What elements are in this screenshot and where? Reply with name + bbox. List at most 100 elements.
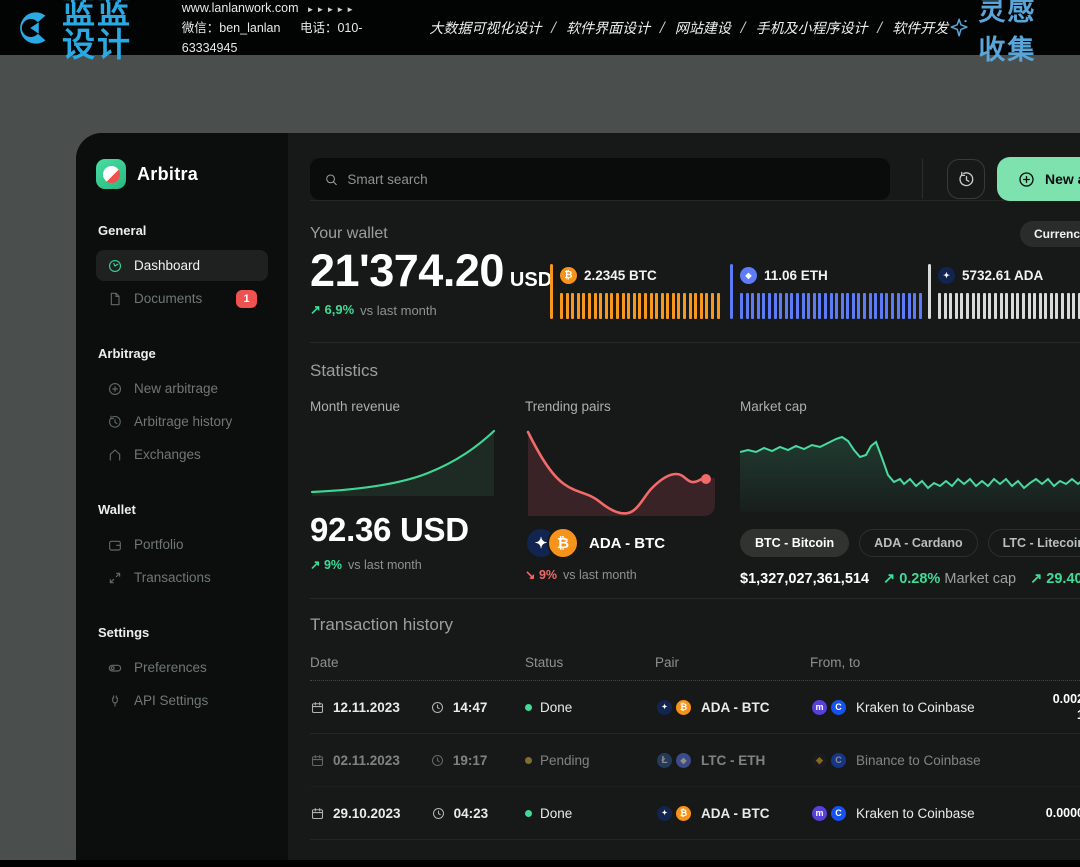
- status-badge: Done: [540, 806, 572, 821]
- kraken-icon: m: [810, 698, 829, 717]
- nav-item-dev[interactable]: 软件开发: [892, 18, 948, 38]
- status-dot-pending: [525, 757, 532, 764]
- plus-circle-icon: [107, 381, 123, 397]
- calendar-icon: [310, 700, 325, 715]
- ltc-icon: Ł: [655, 751, 674, 770]
- tx-time: 04:23: [454, 806, 489, 821]
- trending-change: 9%: [539, 568, 557, 582]
- btc-bars-sparkline: [560, 293, 730, 319]
- trending-pairs-chart: [525, 428, 715, 516]
- month-revenue-label: Month revenue: [310, 399, 500, 414]
- ada-amount: 5732.61 ADA: [962, 268, 1043, 283]
- table-row[interactable]: 02.11.2023 19:17 Pending Ł◆LTC - ETH ◆CB…: [310, 734, 1080, 787]
- new-arbitrage-button[interactable]: New arbitrage: [997, 157, 1080, 201]
- lanlan-logo-icon: [16, 9, 54, 47]
- search-box[interactable]: [310, 158, 890, 200]
- month-revenue-value: 92.36 USD: [310, 511, 500, 549]
- ada-bars-sparkline: [938, 293, 1080, 319]
- collect-label: 灵感收集: [978, 0, 1064, 67]
- banner-website[interactable]: www.lanlanwork.com: [182, 1, 299, 15]
- app-title: Arbitra: [137, 164, 198, 185]
- sidebar-item-label: Exchanges: [134, 447, 201, 462]
- section-title-arbitrage: Arbitrage: [98, 346, 266, 361]
- sidebar-item-transactions[interactable]: Transactions: [96, 562, 268, 593]
- sidebar-item-documents[interactable]: Documents 1: [96, 283, 268, 314]
- sidebar-item-label: Transactions: [134, 570, 211, 585]
- balance-currency: USD: [510, 269, 552, 291]
- nav-separator: /: [741, 20, 746, 36]
- tx-time: 14:47: [453, 700, 488, 715]
- sidebar-item-arbitrage-history[interactable]: Arbitrage history: [96, 406, 268, 437]
- status-dot-done: [525, 704, 532, 711]
- bank-icon: [107, 447, 123, 463]
- trending-pairs-card: Trending pairs ✦₿ ADA - BTC ↘ 9%vs last …: [525, 399, 717, 582]
- status-badge: Done: [540, 700, 572, 715]
- pill-ltc-litecoin[interactable]: LTC - Litecoin: [988, 529, 1080, 557]
- tx-route: Kraken to Coinbase: [856, 806, 975, 821]
- tx-route: Binance to Coinbase: [856, 753, 981, 768]
- month-revenue-card: Month revenue 92.36 USD ↗ 9%vs last mont…: [310, 399, 500, 572]
- nav-separator: /: [660, 20, 665, 36]
- sidebar-item-dashboard[interactable]: Dashboard: [96, 250, 268, 281]
- dashboard-icon: [107, 258, 123, 274]
- history-button[interactable]: [947, 159, 985, 199]
- tab-currencies[interactable]: Currencies: [1020, 221, 1080, 247]
- holding-eth: ◆11.06 ETH: [730, 267, 928, 319]
- table-header: Date Status Pair From, to: [310, 655, 1080, 681]
- search-input[interactable]: [347, 172, 876, 187]
- wallet-section: Your wallet Currencies Exchanges 21'374.…: [310, 201, 1080, 342]
- sidebar: Arbitra General Dashboard Documents 1 Ar…: [76, 133, 288, 860]
- banner-contact: www.lanlanwork.com►►►►► 微信：ben_lanlan 电话…: [182, 0, 372, 58]
- balance-change: 6,9%: [325, 302, 355, 317]
- inspiration-collect[interactable]: 灵感收集: [948, 0, 1064, 67]
- sidebar-item-new-arbitrage[interactable]: New arbitrage: [96, 373, 268, 404]
- coinbase-icon: C: [829, 804, 848, 823]
- nav-item-mobile[interactable]: 手机及小程序设计: [756, 18, 868, 38]
- month-revenue-chart: [310, 428, 498, 496]
- sidebar-item-api-settings[interactable]: API Settings: [96, 685, 268, 716]
- topbar-divider: [922, 159, 923, 199]
- pill-btc-bitcoin[interactable]: BTC - Bitcoin: [740, 529, 849, 557]
- wallet-balance: 21'374.20USD ↗ 6,9%vs last month: [310, 245, 552, 318]
- toggle-icon: [107, 660, 123, 676]
- cap-change-label: Market cap: [944, 571, 1016, 587]
- up-arrow-icon: ↗: [883, 571, 895, 587]
- nav-item-bigdata[interactable]: 大数据可视化设计: [429, 18, 541, 38]
- sidebar-item-preferences[interactable]: Preferences: [96, 652, 268, 683]
- sidebar-item-label: Preferences: [134, 660, 207, 675]
- sidebar-item-portfolio[interactable]: Portfolio: [96, 529, 268, 560]
- bottom-strip: [0, 860, 1080, 867]
- sidebar-item-label: Documents: [134, 291, 202, 306]
- transaction-history-title: Transaction history: [310, 599, 1080, 635]
- holding-ada: ✦5732.61 ADA: [928, 267, 1080, 319]
- coinbase-icon: C: [829, 751, 848, 770]
- market-cap-label: Market cap: [740, 399, 807, 414]
- sidebar-item-exchanges[interactable]: Exchanges: [96, 439, 268, 470]
- tx-time: 19:17: [453, 753, 488, 768]
- eth-bars-sparkline: [740, 293, 928, 319]
- section-title-general: General: [98, 223, 266, 238]
- statistics-title: Statistics: [310, 361, 378, 381]
- coinbase-icon: C: [829, 698, 848, 717]
- main-content: New arbitrage Your wallet Currencies Exc…: [288, 133, 1080, 860]
- table-row[interactable]: 12.11.2023 14:47 Done ✦₿ADA - BTC mCKrak…: [310, 681, 1080, 734]
- market-cap-stats: $1,327,027,361,514 ↗ 0.28% Market cap ↗ …: [740, 571, 1080, 587]
- transaction-history-section: Transaction history Date Status Pair Fro…: [310, 599, 1080, 840]
- column-from-to: From, to: [810, 655, 1038, 670]
- btc-icon: ₿: [547, 527, 579, 559]
- tx-date: 02.11.2023: [333, 753, 400, 768]
- eth-icon: ◆: [674, 751, 693, 770]
- app-brand: Arbitra: [96, 159, 268, 189]
- pill-ada-cardano[interactable]: ADA - Cardano: [859, 529, 977, 557]
- clock-icon: [430, 753, 445, 768]
- wallet-tabs: Currencies Exchanges: [1020, 221, 1080, 247]
- table-row[interactable]: 29.10.2023 04:23 Done ✦₿ADA - BTC mCKrak…: [310, 787, 1080, 840]
- cap-value: $1,327,027,361,514: [740, 571, 869, 587]
- search-icon: [324, 172, 338, 187]
- up-arrow-icon: ↗: [310, 302, 321, 317]
- trending-pair-label: ADA - BTC: [589, 535, 665, 552]
- nav-item-software-ui[interactable]: 软件界面设计: [566, 18, 650, 38]
- nav-item-website[interactable]: 网站建设: [675, 18, 731, 38]
- banner-nav: 大数据可视化设计 / 软件界面设计 / 网站建设 / 手机及小程序设计 / 软件…: [429, 18, 948, 38]
- sidebar-item-label: Portfolio: [134, 537, 184, 552]
